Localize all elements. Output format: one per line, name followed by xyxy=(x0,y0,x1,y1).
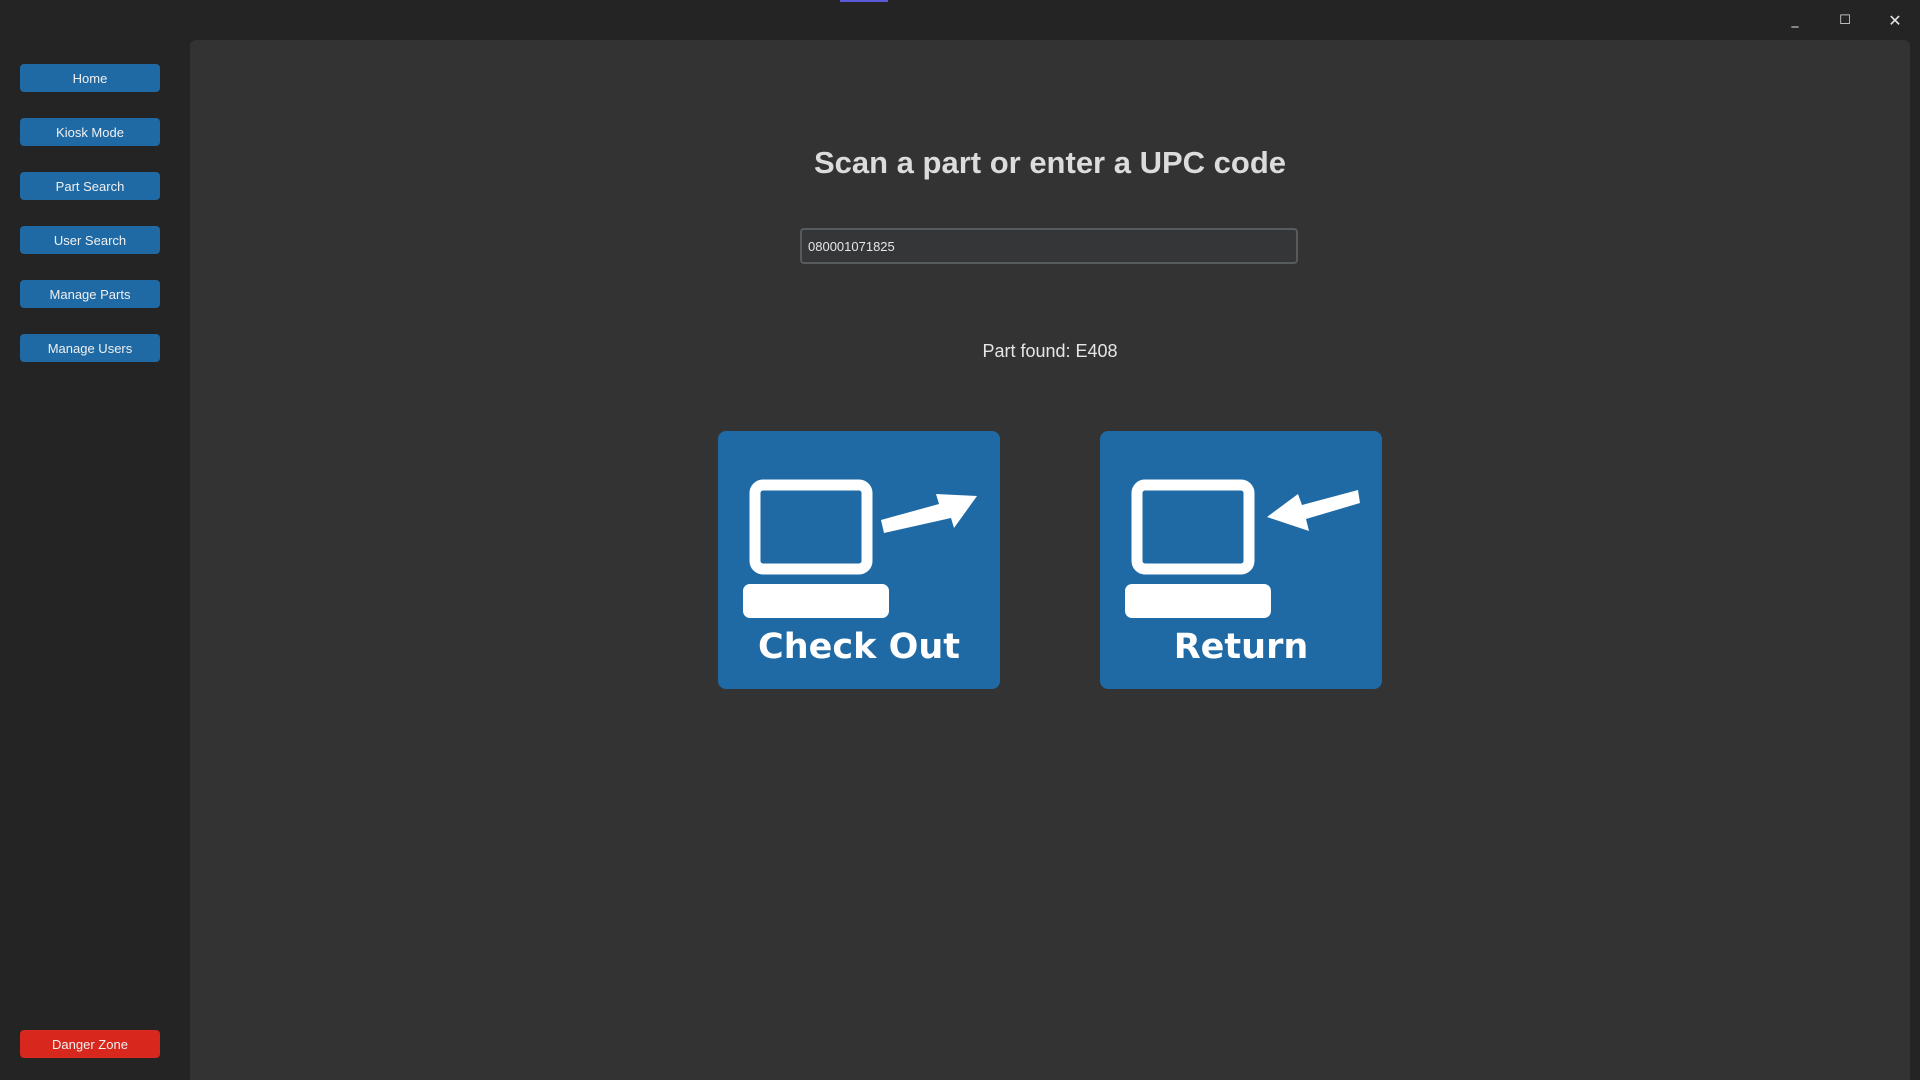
return-button[interactable]: Return xyxy=(1100,431,1382,689)
minimize-button[interactable]: _ xyxy=(1770,0,1820,40)
danger-zone-button-label: Danger Zone xyxy=(52,1036,128,1052)
home-button-label: Home xyxy=(72,70,108,86)
danger-zone-button[interactable]: Danger Zone xyxy=(20,1030,160,1058)
manage-users-button[interactable]: Manage Users xyxy=(20,334,160,362)
manage-users-button-label: Manage Users xyxy=(47,340,133,356)
computer-arrow-in-icon xyxy=(1125,479,1360,618)
manage-parts-button-label: Manage Parts xyxy=(49,286,131,302)
title-bar: _ ☐ ✕ xyxy=(0,0,1920,40)
check-out-label: Check Out xyxy=(758,627,960,667)
title-accent xyxy=(840,0,888,2)
close-icon: ✕ xyxy=(1888,10,1902,30)
return-label: Return xyxy=(1173,627,1309,667)
upc-input[interactable] xyxy=(800,228,1298,264)
part-search-button-label: Part Search xyxy=(55,178,125,194)
home-button[interactable]: Home xyxy=(20,64,160,92)
sidebar: Home Kiosk Mode Part Search User Search … xyxy=(0,40,190,1080)
user-search-button[interactable]: User Search xyxy=(20,226,160,254)
kiosk-mode-button-label: Kiosk Mode xyxy=(56,124,124,140)
computer-arrow-out-icon xyxy=(743,479,977,618)
maximize-icon: ☐ xyxy=(1839,12,1851,28)
manage-parts-button[interactable]: Manage Parts xyxy=(20,280,160,308)
part-search-button[interactable]: Part Search xyxy=(20,172,160,200)
check-out-button[interactable]: Check Out xyxy=(718,431,1000,689)
close-button[interactable]: ✕ xyxy=(1870,0,1920,40)
status-message: Part found: E408 xyxy=(982,341,1118,361)
maximize-button[interactable]: ☐ xyxy=(1820,0,1870,40)
main-panel: Scan a part or enter a UPC code Part fou… xyxy=(190,40,1910,1080)
user-search-button-label: User Search xyxy=(53,232,127,248)
kiosk-mode-button[interactable]: Kiosk Mode xyxy=(20,118,160,146)
minimize-icon: _ xyxy=(1791,12,1799,28)
page-title: Scan a part or enter a UPC code xyxy=(813,145,1287,180)
